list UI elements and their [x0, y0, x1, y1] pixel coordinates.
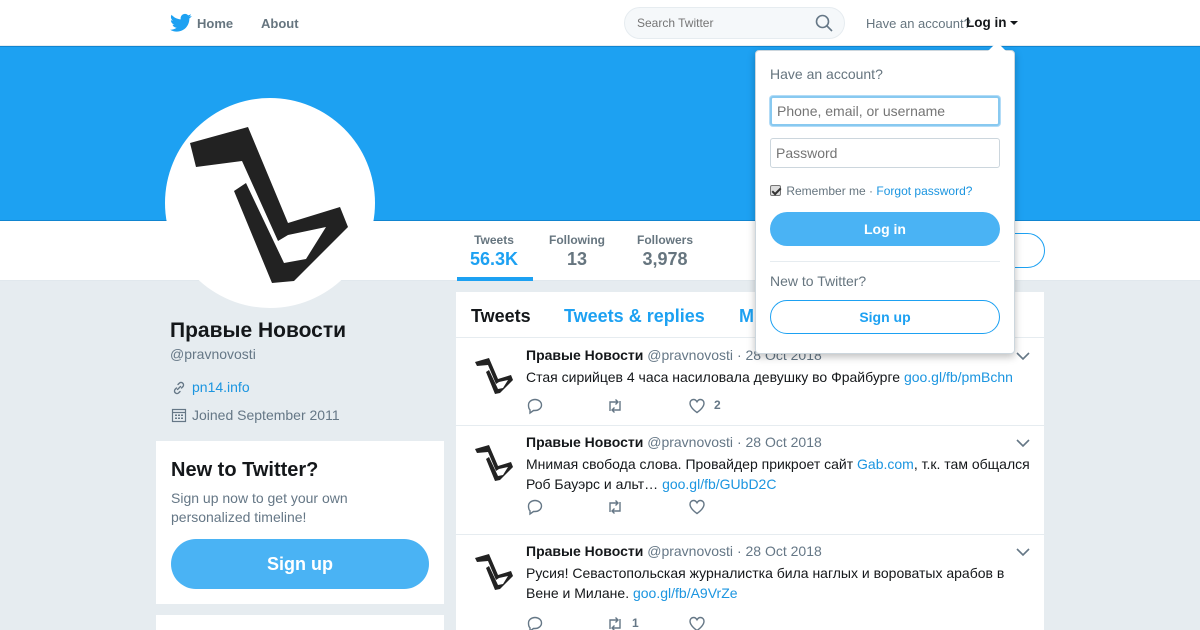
dropdown-signup-button[interactable]: Sign up	[770, 300, 1000, 334]
tweet-author-name[interactable]: Правые Новости	[526, 347, 643, 363]
remember-row: Remember me · Forgot password?	[770, 184, 972, 198]
tweet-author-handle[interactable]: @pravnovosti	[647, 543, 733, 559]
tweet-author-name[interactable]: Правые Новости	[526, 434, 643, 450]
profile-joined-date: Joined September 2011	[192, 407, 340, 423]
tweet-author-handle[interactable]: @pravnovosti	[647, 347, 733, 363]
nav-home-link[interactable]: Home	[197, 16, 233, 31]
signup-card: New to Twitter? Sign up now to get your …	[156, 441, 444, 604]
tweet-body: Стая сирийцев 4 часа насиловала девушку …	[526, 369, 904, 385]
login-label: Log in	[966, 15, 1007, 30]
stat-label: Following	[549, 233, 605, 247]
stat-value: 56.3K	[469, 249, 519, 269]
reply-icon	[527, 499, 543, 516]
caret-down-icon	[1009, 21, 1018, 25]
separator-dot: ·	[869, 184, 874, 198]
mention-link[interactable]: Gab.com	[857, 456, 914, 472]
profile-url-link[interactable]: pn14.info	[192, 379, 250, 395]
tweet-avatar[interactable]	[471, 438, 519, 486]
tweet-header: Правые Новости @pravnovosti · 28 Oct 201…	[526, 543, 822, 559]
stat-value: 3,978	[642, 249, 688, 269]
tweet-link[interactable]: goo.gl/fb/pmBchn	[904, 369, 1013, 385]
login-dropdown: Have an account? Remember me · Forgot pa…	[755, 50, 1015, 354]
retweet-count: 1	[632, 616, 639, 630]
chevron-down-icon[interactable]	[1016, 547, 1030, 557]
separator-dot: ·	[736, 347, 742, 363]
twitter-bird-icon[interactable]	[170, 13, 192, 33]
tab-tweets-and-replies[interactable]: Tweets & replies	[564, 306, 705, 327]
separator-dot: ·	[736, 543, 742, 559]
top-navigation-bar: Home About Have an account? Log in	[0, 0, 1200, 46]
tweet-text: Стая сирийцев 4 часа насиловала девушку …	[526, 367, 1036, 387]
sidebar-card	[156, 615, 444, 630]
signup-card-title: New to Twitter?	[171, 459, 319, 481]
search-input[interactable]	[624, 7, 845, 39]
stat-label: Tweets	[474, 233, 514, 247]
password-field[interactable]	[770, 138, 1000, 168]
retweet-icon	[609, 617, 621, 630]
login-dropdown-toggle[interactable]: Log in	[966, 15, 1018, 30]
stat-following[interactable]: Following 13	[548, 233, 606, 270]
dropdown-caret	[988, 42, 1006, 51]
reply-icon	[527, 398, 543, 415]
login-dropdown-title: Have an account?	[770, 66, 883, 82]
separator-dot: ·	[736, 434, 742, 450]
tweet-body: Русия! Севастопольская журналистка била …	[526, 565, 1005, 601]
reply-icon	[527, 616, 543, 630]
retweet-icon	[609, 500, 621, 514]
signup-card-text: Sign up now to get your own personalized…	[171, 490, 348, 525]
tab-media[interactable]: M	[739, 306, 754, 327]
signup-button[interactable]: Sign up	[171, 539, 429, 589]
tweet-text: Русия! Севастопольская журналистка била …	[526, 563, 1036, 603]
profile-name: Правые Новости	[170, 319, 347, 342]
heart-icon	[689, 499, 705, 515]
tweet-author-handle[interactable]: @pravnovosti	[647, 434, 733, 450]
tab-tweets[interactable]: Tweets	[471, 306, 531, 327]
like-count: 2	[714, 398, 721, 412]
stat-followers[interactable]: Followers 3,978	[636, 233, 694, 270]
tweet-avatar[interactable]	[471, 351, 519, 399]
link-icon	[173, 381, 185, 395]
tweet-date[interactable]: 28 Oct 2018	[746, 543, 822, 559]
stat-value: 13	[566, 249, 588, 269]
stat-label: Followers	[636, 233, 693, 247]
heart-icon	[689, 616, 705, 630]
tweet-date[interactable]: 28 Oct 2018	[746, 434, 822, 450]
divider	[770, 261, 1000, 262]
calendar-icon	[171, 408, 187, 423]
tweet-link[interactable]: goo.gl/fb/GUbD2C	[662, 476, 776, 492]
forgot-password-link[interactable]: Forgot password?	[876, 184, 972, 198]
stat-tweets[interactable]: Tweets 56.3K	[469, 233, 519, 270]
tweet[interactable]: Правые Новости @pravnovosti · 28 Oct 201…	[456, 535, 1044, 630]
remember-me-checkbox[interactable]	[770, 185, 781, 196]
new-to-twitter-text: New to Twitter?	[770, 273, 867, 289]
login-button[interactable]: Log in	[770, 212, 1000, 246]
chevron-down-icon[interactable]	[1016, 438, 1030, 448]
retweet-icon	[609, 399, 621, 413]
logo-icon	[170, 103, 370, 303]
tweet-author-name[interactable]: Правые Новости	[526, 543, 643, 559]
profile-avatar[interactable]	[165, 98, 375, 308]
remember-me-label[interactable]: Remember me	[786, 184, 865, 198]
tweet-body: Мнимая свобода слова. Провайдер прикроет…	[526, 456, 858, 472]
have-account-text: Have an account?	[866, 16, 971, 31]
profile-handle: @pravnovosti	[170, 346, 256, 362]
active-tab-underline	[457, 277, 533, 281]
search-icon[interactable]	[815, 14, 833, 32]
username-field[interactable]	[770, 96, 1000, 126]
heart-icon	[689, 398, 705, 414]
tweet[interactable]: Правые Новости @pravnovosti · 28 Oct 201…	[456, 426, 1044, 535]
tweet-link[interactable]: goo.gl/fb/A9VrZe	[633, 585, 738, 601]
chevron-down-icon[interactable]	[1016, 351, 1030, 361]
tweet-header: Правые Новости @pravnovosti · 28 Oct 201…	[526, 434, 822, 450]
nav-about-link[interactable]: About	[261, 16, 299, 31]
tweet-avatar[interactable]	[471, 547, 519, 595]
tweet-text: Мнимая свобода слова. Провайдер прикроет…	[526, 454, 1036, 494]
